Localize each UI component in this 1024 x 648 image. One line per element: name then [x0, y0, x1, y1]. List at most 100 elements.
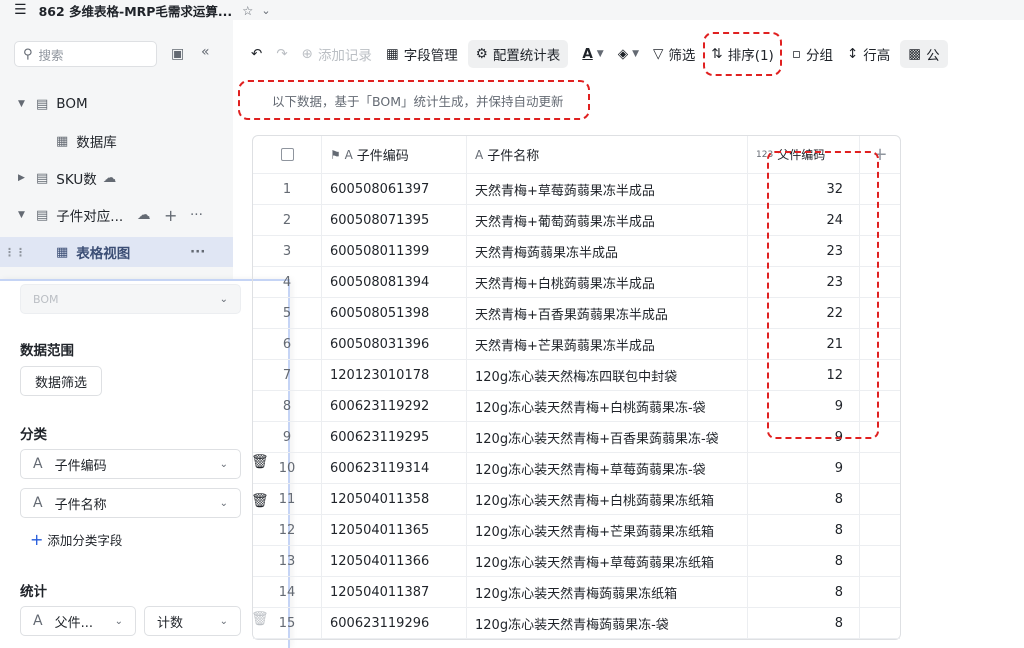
search-input[interactable]: ⚲ 搜索 [14, 41, 157, 67]
name-cell[interactable]: 天然青梅+草莓蒟蒻果冻半成品 [467, 174, 748, 204]
sort-button[interactable]: ⇅ 排序(1) [703, 32, 782, 76]
table-row[interactable]: 8 600623119292 120g冻心装天然青梅+白桃蒟蒻果冻-袋 9 [253, 391, 900, 422]
code-cell[interactable]: 600508051398 [322, 298, 467, 328]
share-button[interactable]: ▩ 公 [900, 40, 948, 68]
add-icon[interactable]: + [164, 206, 177, 225]
code-cell[interactable]: 600508031396 [322, 329, 467, 359]
name-cell[interactable]: 120g冻心装天然青梅+白桃蒟蒻果冻纸箱 [467, 484, 748, 514]
code-cell[interactable]: 600508071395 [322, 205, 467, 235]
table-row[interactable]: 15 600623119296 120g冻心装天然青梅蒟蒻果冻-袋 8 [253, 608, 900, 639]
count-cell[interactable]: 9 [748, 391, 860, 421]
table-row[interactable]: 4 600508081394 天然青梅+白桃蒟蒻果冻半成品 23 [253, 267, 900, 298]
group-field-select-2[interactable]: A 子件名称 ⌄ [20, 488, 241, 518]
code-cell[interactable]: 600508081394 [322, 267, 467, 297]
table-row[interactable]: 1 600508061397 天然青梅+草莓蒟蒻果冻半成品 32 [253, 174, 900, 205]
name-cell[interactable]: 120g冻心装天然青梅+百香果蒟蒻果冻-袋 [467, 422, 748, 452]
code-cell[interactable]: 120504011387 [322, 577, 467, 607]
code-cell[interactable]: 600623119314 [322, 453, 467, 483]
name-cell[interactable]: 120g冻心装天然青梅+草莓蒟蒻果冻-袋 [467, 453, 748, 483]
menu-icon[interactable]: ☰ [14, 2, 27, 18]
add-column-button[interactable]: + [860, 136, 900, 173]
name-cell[interactable]: 天然青梅+芒果蒟蒻果冻半成品 [467, 329, 748, 359]
name-cell[interactable]: 120g冻心装天然梅冻四联包中封袋 [467, 360, 748, 390]
name-cell[interactable]: 天然青梅+百香果蒟蒻果冻半成品 [467, 298, 748, 328]
name-cell[interactable]: 120g冻心装天然青梅+草莓蒟蒻果冻纸箱 [467, 546, 748, 576]
code-cell[interactable]: 120504011366 [322, 546, 467, 576]
count-cell[interactable]: 12 [748, 360, 860, 390]
select-all-checkbox[interactable] [280, 148, 294, 161]
name-cell[interactable]: 120g冻心装天然青梅+白桃蒟蒻果冻-袋 [467, 391, 748, 421]
row-height-button[interactable]: ↕ 行高 [847, 44, 890, 64]
count-cell[interactable]: 22 [748, 298, 860, 328]
column-header-count[interactable]: 123 父件编码 [748, 136, 860, 173]
table-row[interactable]: 14 120504011387 120g冻心装天然青梅蒟蒻果冻纸箱 8 [253, 577, 900, 608]
count-cell[interactable]: 9 [748, 453, 860, 483]
sidebar-item-grid-view[interactable]: ⋮⋮ ▦ 表格视图 ··· [0, 237, 233, 267]
table-row[interactable]: 13 120504011366 120g冻心装天然青梅+草莓蒟蒻果冻纸箱 8 [253, 546, 900, 577]
config-stats-button[interactable]: ⚙ 配置统计表 [467, 40, 569, 68]
count-cell[interactable]: 8 [748, 484, 860, 514]
chevron-down-icon[interactable]: ⌄ [261, 4, 270, 17]
expand-triangle-icon[interactable]: ▼ [18, 210, 28, 220]
stat-method-select[interactable]: 计数 ⌄ [144, 606, 241, 636]
fill-color-button[interactable]: ◈ ▼ [618, 46, 639, 62]
table-row[interactable]: 5 600508051398 天然青梅+百香果蒟蒻果冻半成品 22 [253, 298, 900, 329]
collapse-panel-icon[interactable]: ▣ [171, 46, 184, 62]
field-manage-button[interactable]: ▦ 字段管理 [386, 44, 458, 64]
name-cell[interactable]: 天然青梅+白桃蒟蒻果冻半成品 [467, 267, 748, 297]
count-cell[interactable]: 8 [748, 546, 860, 576]
name-cell[interactable]: 120g冻心装天然青梅蒟蒻果冻-袋 [467, 608, 748, 638]
sidebar-item-child-map[interactable]: ▼ ▤ 子件对应... ☁ + ··· [0, 200, 233, 230]
doc-title[interactable]: 862 多维表格-MRP毛需求运算... [39, 1, 233, 20]
name-cell[interactable]: 120g冻心装天然青梅蒟蒻果冻纸箱 [467, 577, 748, 607]
table-row[interactable]: 9 600623119295 120g冻心装天然青梅+百香果蒟蒻果冻-袋 9 [253, 422, 900, 453]
count-cell[interactable]: 32 [748, 174, 860, 204]
select-all-cell[interactable] [253, 136, 322, 173]
more-icon[interactable]: ··· [190, 244, 205, 260]
code-cell[interactable]: 120123010178 [322, 360, 467, 390]
code-cell[interactable]: 600508061397 [322, 174, 467, 204]
code-cell[interactable]: 120504011365 [322, 515, 467, 545]
table-row[interactable]: 7 120123010178 120g冻心装天然梅冻四联包中封袋 12 [253, 360, 900, 391]
add-group-field-button[interactable]: + 添加分类字段 [30, 530, 122, 549]
code-cell[interactable]: 120504011358 [322, 484, 467, 514]
code-cell[interactable]: 600623119292 [322, 391, 467, 421]
table-row[interactable]: 2 600508071395 天然青梅+葡萄蒟蒻果冻半成品 24 [253, 205, 900, 236]
code-cell[interactable]: 600623119295 [322, 422, 467, 452]
table-row[interactable]: 6 600508031396 天然青梅+芒果蒟蒻果冻半成品 21 [253, 329, 900, 360]
table-row[interactable]: 12 120504011365 120g冻心装天然青梅+芒果蒟蒻果冻纸箱 8 [253, 515, 900, 546]
table-row[interactable]: 10 600623119314 120g冻心装天然青梅+草莓蒟蒻果冻-袋 9 [253, 453, 900, 484]
count-cell[interactable]: 8 [748, 577, 860, 607]
more-icon[interactable]: ··· [190, 207, 203, 223]
table-row[interactable]: 3 600508011399 天然青梅蒟蒻果冻半成品 23 [253, 236, 900, 267]
column-header-code[interactable]: ⚑ A 子件编码 [322, 136, 467, 173]
sidebar-item-bom[interactable]: ▼ ▤ BOM [0, 89, 233, 119]
sidebar-item-database[interactable]: ▦ 数据库 [0, 126, 233, 156]
expand-triangle-icon[interactable]: ▼ [18, 99, 28, 109]
code-cell[interactable]: 600623119296 [322, 608, 467, 638]
star-icon[interactable]: ☆ [242, 3, 253, 18]
data-filter-button[interactable]: 数据筛选 [20, 366, 103, 396]
count-cell[interactable]: 24 [748, 205, 860, 235]
code-cell[interactable]: 600508011399 [322, 236, 467, 266]
double-chevron-left-icon[interactable]: « [201, 44, 210, 60]
count-cell[interactable]: 21 [748, 329, 860, 359]
undo-icon[interactable]: ↶ [251, 46, 262, 62]
name-cell[interactable]: 天然青梅+葡萄蒟蒻果冻半成品 [467, 205, 748, 235]
name-cell[interactable]: 120g冻心装天然青梅+芒果蒟蒻果冻纸箱 [467, 515, 748, 545]
filter-button[interactable]: ▽ 筛选 [653, 44, 695, 64]
collapse-triangle-icon[interactable]: ▶ [18, 173, 28, 183]
text-color-button[interactable]: A ▼ [582, 46, 603, 62]
count-cell[interactable]: 23 [748, 236, 860, 266]
stat-field-select[interactable]: A 父件... ⌄ [20, 606, 136, 636]
name-cell[interactable]: 天然青梅蒟蒻果冻半成品 [467, 236, 748, 266]
group-button[interactable]: ▫ 分组 [792, 44, 833, 64]
count-cell[interactable]: 8 [748, 608, 860, 638]
count-cell[interactable]: 9 [748, 422, 860, 452]
column-header-name[interactable]: A 子件名称 [467, 136, 748, 173]
sidebar-item-sku[interactable]: ▶ ▤ SKU数 ☁ [0, 163, 233, 193]
count-cell[interactable]: 8 [748, 515, 860, 545]
count-cell[interactable]: 23 [748, 267, 860, 297]
table-row[interactable]: 11 120504011358 120g冻心装天然青梅+白桃蒟蒻果冻纸箱 8 [253, 484, 900, 515]
group-field-select-1[interactable]: A 子件编码 ⌄ [20, 449, 241, 479]
